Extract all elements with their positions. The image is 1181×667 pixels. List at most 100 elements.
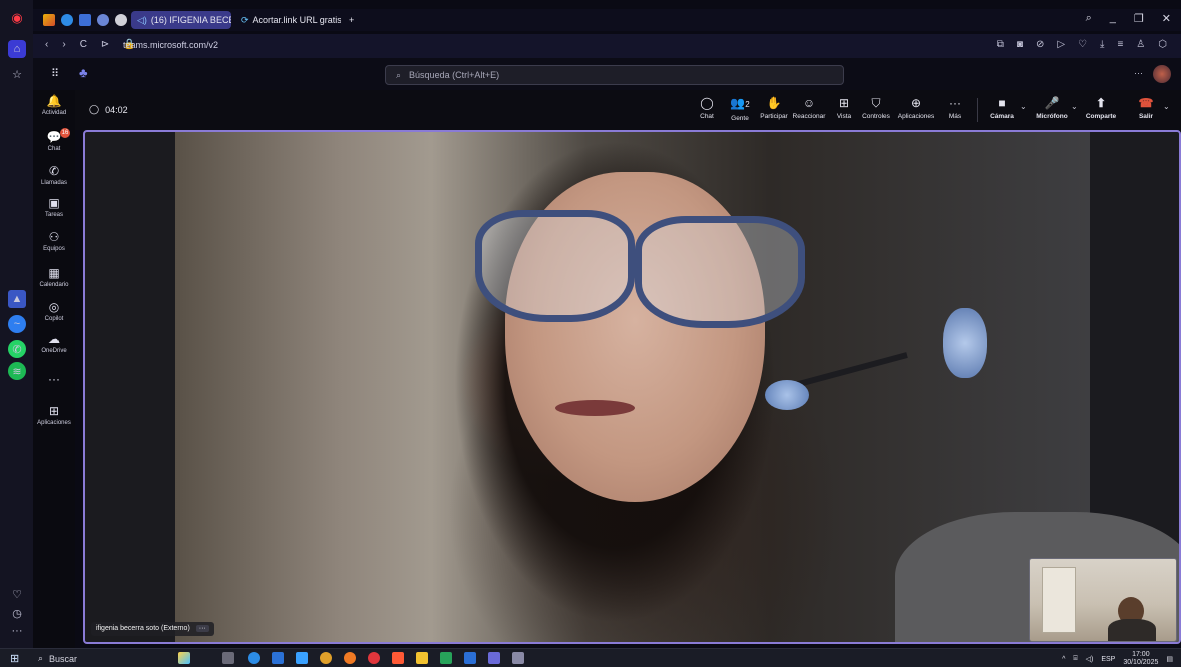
messenger-icon[interactable]: ~ — [8, 315, 26, 333]
extensions-icon[interactable]: ⬡ — [1158, 39, 1167, 50]
people-button[interactable]: 👥2 Gente — [725, 95, 755, 122]
chat-icon: ◯ — [700, 96, 714, 110]
participant-more-icon[interactable]: ··· — [195, 625, 209, 632]
edge-icon[interactable] — [61, 14, 73, 26]
screenshot-icon[interactable]: ⊳ — [101, 39, 109, 50]
chrome-icon[interactable] — [320, 652, 332, 664]
volume-icon[interactable]: ◁) — [1086, 655, 1094, 663]
windows-start-icon[interactable]: ⊞ — [10, 652, 19, 665]
profile-icon[interactable]: ♙ — [1136, 39, 1145, 50]
firefox-icon[interactable] — [344, 652, 356, 664]
more-button[interactable]: ··· Más — [945, 95, 965, 120]
camera-tool-icon[interactable]: ◙ — [1017, 39, 1023, 50]
app-taskbar-icon[interactable] — [512, 652, 524, 664]
chat-button[interactable]: ◯ Chat — [695, 95, 719, 120]
word-icon[interactable] — [464, 652, 476, 664]
rail-item-more[interactable]: ··· — [33, 372, 75, 388]
widgets-icon[interactable] — [178, 652, 190, 664]
search-tabs-icon[interactable]: ⌕ — [1086, 12, 1092, 25]
menu-icon[interactable]: ≡ — [1117, 39, 1123, 50]
app-launcher-icon[interactable]: ⠿ — [51, 67, 59, 80]
snapshot-icon[interactable]: ⧉ — [997, 39, 1004, 50]
language-indicator[interactable]: ESP — [1101, 656, 1115, 663]
restore-icon[interactable]: ❐ — [1134, 12, 1144, 25]
rail-item-calendario[interactable]: ▦ Calendario — [33, 266, 75, 288]
camera-button[interactable]: ■ Cámara — [987, 95, 1017, 120]
mic-chevron-icon[interactable]: ⌄ — [1071, 102, 1078, 111]
home-icon[interactable]: ⌂ — [8, 40, 26, 58]
clock[interactable]: 17:00 30/10/2025 — [1123, 651, 1158, 667]
view-button[interactable]: ⊞ Vista — [833, 95, 855, 120]
self-view-window — [1042, 567, 1076, 633]
leave-button[interactable]: ☎ Salir — [1135, 95, 1157, 120]
minimize-icon[interactable]: _ — [1110, 12, 1116, 25]
forward-icon[interactable]: › — [62, 39, 65, 50]
settings-more-icon[interactable]: ··· — [1134, 68, 1143, 78]
controls-button[interactable]: ⛉ Controles — [859, 95, 893, 120]
tab-bar: ◁) (16) IFIGENIA BECERR ⟳ Acortar.link U… — [33, 9, 1181, 31]
rail-item-tareas[interactable]: ▣ Tareas — [33, 196, 75, 218]
settings-icon[interactable] — [115, 14, 127, 26]
spotify-icon[interactable]: ≋ — [8, 362, 26, 380]
reload-icon[interactable]: C — [80, 39, 87, 50]
opera-logo-icon[interactable]: ◉ — [8, 9, 26, 27]
sidebar-more-icon[interactable]: ··· — [8, 622, 26, 640]
file-explorer-icon[interactable] — [416, 652, 428, 664]
heart-icon[interactable]: ♡ — [8, 585, 26, 603]
url-field[interactable]: teams.microsoft.com/v2 — [123, 40, 218, 50]
teams-taskbar-icon[interactable] — [488, 652, 500, 664]
teams-icon: ⚇ — [48, 230, 60, 244]
camera-icon: ■ — [998, 96, 1006, 110]
vpn-icon[interactable]: ⊘ — [1036, 39, 1044, 50]
back-icon[interactable]: ‹ — [45, 39, 48, 50]
aria-icon[interactable]: ▲ — [8, 290, 26, 308]
photos-icon[interactable] — [296, 652, 308, 664]
whatsapp-icon[interactable]: ✆ — [8, 340, 26, 358]
tab-teams-meeting[interactable]: ◁) (16) IFIGENIA BECERR — [131, 11, 231, 29]
leave-chevron-icon[interactable]: ⌄ — [1163, 102, 1170, 111]
rail-item-actividad[interactable]: 🔔 Actividad — [33, 94, 75, 116]
task-view-icon[interactable] — [222, 652, 234, 664]
camera-chevron-icon[interactable]: ⌄ — [1020, 102, 1027, 111]
microphone-button[interactable]: 🎤 Micrófono — [1033, 95, 1071, 120]
share-button[interactable]: ⬆ Comparte — [1083, 95, 1119, 120]
avatar[interactable] — [1153, 65, 1171, 83]
tab-acortar[interactable]: ⟳ Acortar.link URL gratis - — [235, 11, 341, 29]
close-icon[interactable]: ✕ — [1162, 12, 1171, 25]
store-icon[interactable] — [272, 652, 284, 664]
edge-taskbar-icon[interactable] — [248, 652, 260, 664]
network-icon[interactable]: ⌸ — [1073, 655, 1077, 663]
self-view[interactable] — [1029, 558, 1177, 642]
rail-item-aplicaciones[interactable]: ⊞ Aplicaciones — [33, 404, 75, 426]
tray-chevron-icon[interactable]: ^ — [1062, 656, 1065, 663]
excel-icon[interactable] — [440, 652, 452, 664]
rail-item-onedrive[interactable]: ☁ OneDrive — [33, 332, 75, 354]
workspace-icon[interactable] — [43, 14, 55, 26]
search-icon: ⌕ — [396, 69, 402, 80]
raise-hand-button[interactable]: ✋ Participar — [757, 95, 791, 120]
system-tray: ^ ⌸ ◁) ESP 17:00 30/10/2025 ▤ — [1062, 651, 1173, 667]
search-input[interactable]: ⌕ Búsqueda (Ctrl+Alt+E) — [385, 65, 844, 85]
participant-video[interactable] — [175, 132, 1179, 642]
rail-item-chat[interactable]: 💬 16 Chat — [33, 128, 75, 152]
react-button[interactable]: ☺ Reaccionar — [791, 95, 827, 120]
window-icon[interactable] — [79, 14, 91, 26]
apps-button[interactable]: ⊕ Aplicaciones — [895, 95, 937, 120]
history-icon[interactable]: ◷ — [8, 604, 26, 622]
favorite-icon[interactable]: ♡ — [1078, 39, 1087, 50]
teams-logo-icon: ♣ — [79, 65, 88, 80]
glasses-right-lens — [635, 216, 805, 328]
new-tab-button[interactable]: + — [343, 11, 361, 29]
rail-item-equipos[interactable]: ⚇ Equipos — [33, 230, 75, 252]
taskbar-search[interactable]: ⌕ Buscar — [38, 652, 158, 665]
opera-taskbar-icon[interactable] — [368, 652, 380, 664]
download-icon[interactable]: ⤓ — [1100, 39, 1104, 50]
rail-item-copilot[interactable]: ◎ Copilot — [33, 300, 75, 322]
calendar-icon: ▦ — [48, 266, 60, 280]
notification-icon[interactable]: ▤ — [1166, 655, 1173, 663]
extension-icon[interactable] — [97, 14, 109, 26]
bookmarks-icon[interactable]: ☆ — [8, 65, 26, 83]
rail-item-llamadas[interactable]: ✆ Llamadas — [33, 164, 75, 186]
brave-icon[interactable] — [392, 652, 404, 664]
player-icon[interactable]: ▷ — [1057, 39, 1065, 50]
